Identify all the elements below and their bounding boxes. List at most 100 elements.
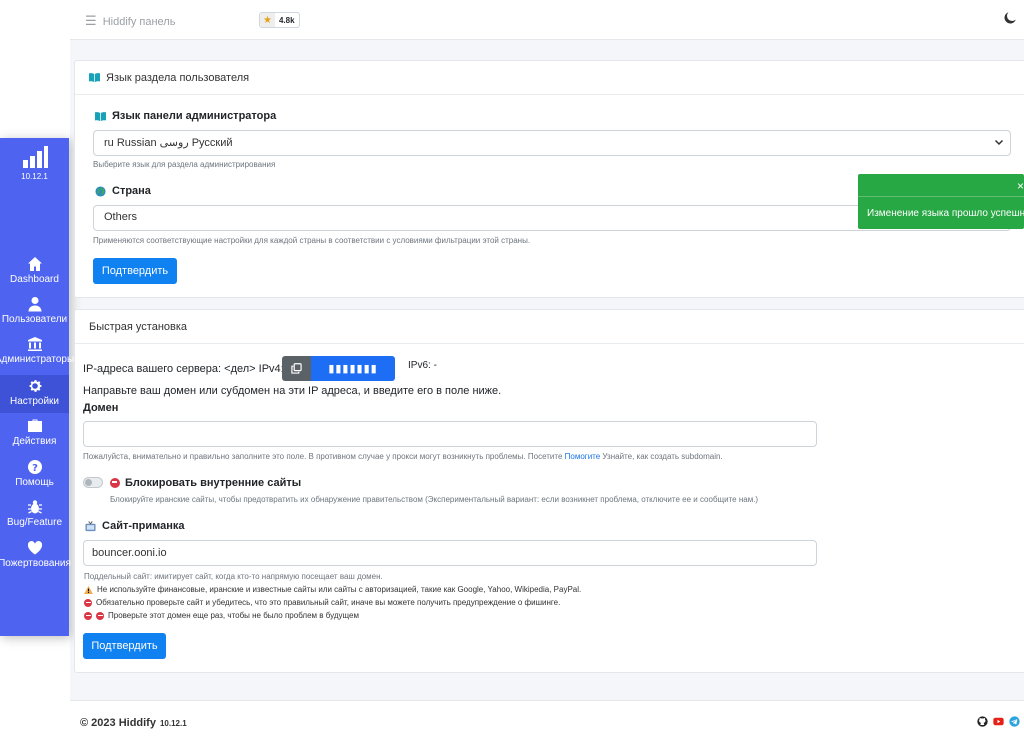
toast-divider: [858, 196, 1024, 197]
copy-icon: [291, 363, 302, 374]
no-entry-icon: [84, 611, 92, 620]
svg-text:?: ?: [32, 463, 38, 474]
ipv4-masked: ▮▮▮▮▮▮▮: [328, 363, 378, 375]
block-sites-help: Блокируйте иранские сайты, чтобы предотв…: [110, 495, 759, 504]
no-entry-icon: [110, 478, 120, 488]
admin-icon: [27, 337, 42, 351]
quick-setup-submit-button[interactable]: Подтвердить: [83, 633, 166, 659]
domain-input[interactable]: [83, 421, 817, 447]
sidebar-item-donate[interactable]: Пожертвования: [0, 540, 71, 574]
hiddify-logo-icon: [22, 146, 48, 168]
warning-row: Обязательно проверьте сайт и убедитесь, …: [84, 596, 581, 609]
sidebar-item-dashboard[interactable]: Dashboard: [0, 256, 69, 290]
star-icon: ★: [260, 13, 275, 27]
globe-icon: [95, 185, 106, 197]
sidebar-item-actions[interactable]: Действия: [0, 418, 69, 452]
block-sites-label: Блокировать внутренние сайты: [110, 477, 301, 489]
domain-label: Домен: [83, 402, 119, 414]
warning-row: Проверьте этот домен еще раз, чтобы не б…: [84, 609, 581, 622]
ipv4-group: ▮▮▮▮▮▮▮: [282, 356, 395, 381]
footer-social-icons: [977, 716, 1020, 727]
decoy-warnings: Не используйте финансовые, иранские и из…: [84, 583, 581, 622]
decoy-site-input[interactable]: bouncer.ooni.io: [83, 540, 817, 566]
gear-icon: [29, 380, 41, 392]
quick-setup-title: Быстрая установка: [89, 320, 188, 333]
github-stars-badge[interactable]: ★ 4.8k: [259, 12, 300, 28]
sidebar-item-admins[interactable]: Администраторы: [0, 336, 74, 370]
star-count: 4.8k: [278, 15, 295, 25]
copy-button[interactable]: [282, 356, 311, 381]
block-sites-toggle[interactable]: [83, 477, 103, 488]
country-label-text: Страна: [112, 185, 151, 197]
sidebar-item-bug-feature[interactable]: Bug/Feature: [0, 499, 69, 533]
footer: © 2023 Hiddify 10.12.1: [70, 700, 1024, 740]
sidebar-item-label: Администраторы: [0, 354, 75, 365]
moon-icon[interactable]: [1004, 12, 1016, 27]
ip-address-text: IP-адреса вашего сервера: <дел> IPv4:: [83, 363, 284, 375]
footer-copyright-text: © 2023 Hiddify: [80, 717, 156, 729]
admin-lang-value: ru Russian روسی Русский: [104, 137, 233, 149]
warning-text: Обязательно проверьте сайт и убедитесь, …: [96, 598, 561, 607]
heart-icon: [27, 541, 42, 555]
no-entry-icon: [96, 611, 104, 620]
user-icon: [28, 297, 41, 312]
top-navbar: ☰ Hiddify панель ★ 4.8k: [70, 0, 1024, 40]
warning-icon: [84, 585, 93, 594]
sidebar: 10.12.1 Dashboard Пользователи Администр…: [0, 138, 74, 636]
direct-domain-text: Направьте ваш домен или субдомен на эти …: [83, 385, 502, 397]
tv-icon: [85, 520, 96, 531]
block-sites-label-text: Блокировать внутренние сайты: [125, 477, 302, 489]
book-icon: [89, 73, 100, 83]
decoy-site-help: Поддельный сайт: имитирует сайт, когда к…: [84, 572, 383, 581]
country-label: Страна: [95, 185, 151, 197]
decoy-site-label-text: Сайт-приманка: [102, 520, 185, 532]
warning-text: Проверьте этот домен еще раз, чтобы не б…: [108, 611, 359, 620]
logo[interactable]: 10.12.1: [0, 146, 69, 181]
ipv6-text: IPv6: -: [408, 360, 437, 371]
sidebar-item-label: Помощь: [15, 477, 54, 488]
footer-copyright: © 2023 Hiddify 10.12.1: [80, 717, 187, 729]
admin-lang-label: Язык панели администратора: [95, 110, 276, 122]
lang-submit-button[interactable]: Подтвердить: [93, 258, 177, 284]
sidebar-item-label: Настройки: [9, 396, 60, 407]
domain-help-text-2: Узнайте, как создать subdomain.: [600, 452, 723, 461]
book-icon: [95, 111, 106, 121]
sidebar-version: 10.12.1: [21, 172, 48, 181]
sidebar-item-label: Пожертвования: [0, 558, 71, 569]
brand-link[interactable]: ☰ Hiddify панель: [85, 13, 175, 29]
sidebar-item-label: Действия: [12, 436, 57, 447]
warning-text: Не используйте финансовые, иранские и из…: [97, 585, 582, 594]
sidebar-item-label: Пользователи: [1, 314, 68, 325]
github-icon[interactable]: [977, 716, 988, 727]
sidebar-item-label: Bug/Feature: [6, 517, 63, 528]
sidebar-item-help[interactable]: ? Помощь: [0, 459, 69, 493]
question-icon: ?: [27, 460, 42, 474]
briefcase-icon: [27, 419, 42, 432]
language-card-header: Язык раздела пользователя: [75, 61, 1024, 95]
country-value: Others: [104, 211, 138, 223]
youtube-icon[interactable]: [993, 716, 1004, 727]
no-entry-icon: [84, 598, 92, 607]
admin-lang-label-text: Язык панели администратора: [112, 110, 277, 122]
admin-lang-help: Выберите язык для раздела администрирова…: [93, 160, 276, 169]
brand-title: Hiddify панель: [102, 16, 176, 28]
admin-lang-select[interactable]: ru Russian روسی Русский: [93, 130, 1011, 156]
footer-version: 10.12.1: [159, 719, 187, 728]
toast-message: Изменение языка прошло успешно: [867, 208, 1024, 219]
domain-help: Пожалуйста, внимательно и правильно запо…: [83, 452, 723, 461]
hamburger-icon[interactable]: ☰: [85, 13, 97, 28]
bug-icon: [27, 500, 42, 514]
quick-setup-header: Быстрая установка: [75, 310, 1024, 344]
language-card-title: Язык раздела пользователя: [106, 71, 250, 84]
telegram-icon[interactable]: [1009, 716, 1020, 727]
warning-row: Не используйте финансовые, иранские и из…: [84, 583, 581, 596]
help-link[interactable]: Помогите: [565, 452, 601, 461]
sidebar-item-settings[interactable]: Настройки: [0, 375, 69, 413]
domain-help-text: Пожалуйста, внимательно и правильно запо…: [83, 452, 565, 461]
ipv4-address[interactable]: ▮▮▮▮▮▮▮: [311, 356, 395, 381]
close-icon[interactable]: ×: [1017, 179, 1024, 193]
sidebar-item-users[interactable]: Пользователи: [0, 296, 69, 330]
decoy-site-label: Сайт-приманка: [85, 520, 185, 532]
chevron-down-icon: [994, 139, 1004, 146]
sidebar-item-label: Dashboard: [10, 274, 59, 285]
